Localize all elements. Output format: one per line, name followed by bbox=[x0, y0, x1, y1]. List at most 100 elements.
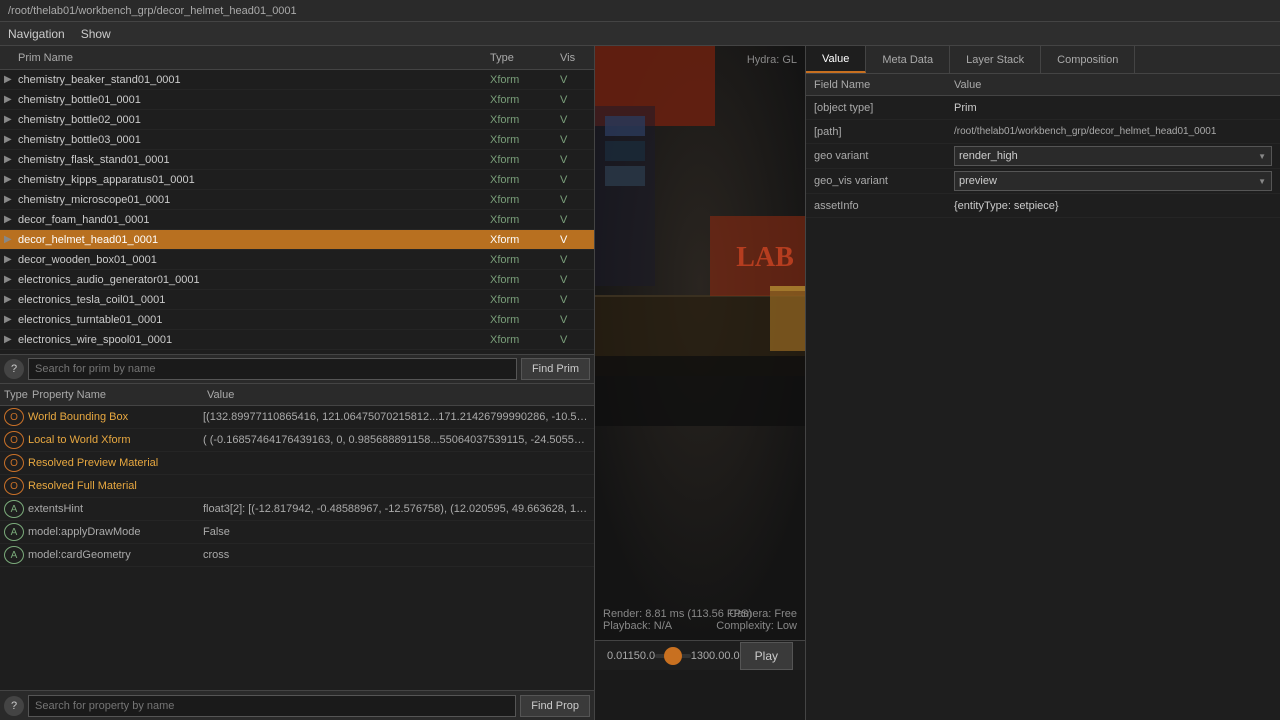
title-text: /root/thelab01/workbench_grp/decor_helme… bbox=[8, 5, 297, 17]
right-data-row: assetInfo {entityType: setpiece} bbox=[806, 194, 1280, 218]
property-row[interactable]: O Resolved Full Material bbox=[0, 475, 594, 498]
prop-help-button[interactable]: ? bbox=[4, 696, 24, 716]
scene-art: LAB bbox=[595, 46, 805, 640]
prim-type-text: Xform bbox=[490, 114, 560, 126]
prim-list: ▶ chemistry_beaker_stand01_0001 Xform V … bbox=[0, 70, 594, 354]
play-button[interactable]: Play bbox=[740, 642, 793, 670]
menu-show[interactable]: Show bbox=[81, 27, 111, 41]
right-field-header: Field Name Value bbox=[806, 74, 1280, 96]
prop-name-text: Resolved Full Material bbox=[28, 480, 203, 492]
prim-type-text: Xform bbox=[490, 334, 560, 346]
prim-vis-text: V bbox=[560, 234, 590, 246]
prim-arrow: ▶ bbox=[4, 274, 18, 285]
prim-type-text: Xform bbox=[490, 254, 560, 266]
viewport[interactable]: LAB bbox=[595, 46, 805, 720]
menu-navigation[interactable]: Navigation bbox=[8, 27, 65, 41]
prim-row[interactable]: ▶ chemistry_beaker_stand01_0001 Xform V bbox=[0, 70, 594, 90]
prim-arrow: ▶ bbox=[4, 254, 18, 265]
prim-row[interactable]: ▶ chemistry_kipps_apparatus01_0001 Xform… bbox=[0, 170, 594, 190]
prim-name-text: chemistry_beaker_stand01_0001 bbox=[18, 74, 490, 86]
prim-vis-text: V bbox=[560, 194, 590, 206]
prim-name-text: decor_wooden_box01_0001 bbox=[18, 254, 490, 266]
right-select[interactable]: previewfullnone bbox=[954, 171, 1272, 191]
right-field-label: geo variant bbox=[814, 150, 954, 162]
prim-search-input[interactable] bbox=[28, 358, 517, 380]
prop-icon: A bbox=[4, 523, 24, 541]
right-field-label: geo_vis variant bbox=[814, 175, 954, 187]
right-data-row[interactable]: geo variant render_highrender_lowpreview bbox=[806, 144, 1280, 169]
prim-row[interactable]: ▶ chemistry_bottle01_0001 Xform V bbox=[0, 90, 594, 110]
camera-info: Camera: Free Complexity: Low bbox=[716, 608, 797, 632]
property-row[interactable]: O Resolved Preview Material bbox=[0, 452, 594, 475]
property-row[interactable]: O World Bounding Box [(132.8997711086541… bbox=[0, 406, 594, 429]
prop-value-text: cross bbox=[203, 549, 590, 561]
tab-composition[interactable]: Composition bbox=[1041, 46, 1135, 73]
prim-row[interactable]: ▶ electronics_tesla_coil01_0001 Xform V bbox=[0, 290, 594, 310]
prim-type-text: Xform bbox=[490, 174, 560, 186]
vis-header: Vis bbox=[560, 52, 590, 64]
prim-row[interactable]: ▶ decor_helmet_head01_0001 Xform V bbox=[0, 230, 594, 250]
coord-1: 0.0 bbox=[607, 650, 622, 662]
tab-metadata[interactable]: Meta Data bbox=[866, 46, 950, 73]
prim-arrow: ▶ bbox=[4, 314, 18, 325]
property-row[interactable]: A model:cardGeometry cross bbox=[0, 544, 594, 567]
prim-type-text: Xform bbox=[490, 134, 560, 146]
prop-name-text: model:applyDrawMode bbox=[28, 526, 203, 538]
select-wrapper[interactable]: previewfullnone bbox=[954, 171, 1272, 191]
prop-search-input[interactable] bbox=[28, 695, 516, 717]
tab-layer-stack[interactable]: Layer Stack bbox=[950, 46, 1041, 73]
prim-row[interactable]: ▶ decor_foam_hand01_0001 Xform V bbox=[0, 210, 594, 230]
right-data-row[interactable]: geo_vis variant previewfullnone bbox=[806, 169, 1280, 194]
prim-row[interactable]: ▶ electronics_wire_spool01_0001 Xform V bbox=[0, 330, 594, 350]
prim-row[interactable]: ▶ chemistry_microscope01_0001 Xform V bbox=[0, 190, 594, 210]
svg-text:LAB: LAB bbox=[736, 242, 794, 273]
prim-row[interactable]: ▶ chemistry_flask_stand01_0001 Xform V bbox=[0, 150, 594, 170]
coord-2: 1150.0 bbox=[622, 650, 655, 662]
right-field-label: assetInfo bbox=[814, 200, 954, 212]
prim-row[interactable]: ▶ chemistry_bottle03_0001 Xform V bbox=[0, 130, 594, 150]
prim-name-text: electronics_tesla_coil01_0001 bbox=[18, 294, 490, 306]
prim-vis-text: V bbox=[560, 154, 590, 166]
property-row[interactable]: O Local to World Xform ( (-0.16857464176… bbox=[0, 429, 594, 452]
prim-vis-text: V bbox=[560, 214, 590, 226]
right-rows-container: [object type] Prim [path] /root/thelab01… bbox=[806, 96, 1280, 218]
prim-vis-text: V bbox=[560, 114, 590, 126]
property-row[interactable]: A extentsHint float3[2]: [(-12.817942, -… bbox=[0, 498, 594, 521]
prim-name-text: chemistry_bottle03_0001 bbox=[18, 134, 490, 146]
prim-type-text: Xform bbox=[490, 154, 560, 166]
prim-row[interactable]: ▶ chemistry_bottle02_0001 Xform V bbox=[0, 110, 594, 130]
find-prim-button[interactable]: Find Prim bbox=[521, 358, 590, 380]
prim-arrow: ▶ bbox=[4, 134, 18, 145]
hydra-label: Hydra: GL bbox=[747, 54, 797, 66]
prop-value-text: ( (-0.16857464176439163, 0, 0.9856888911… bbox=[203, 434, 590, 446]
prim-row[interactable]: ▶ electronics_audio_generator01_0001 Xfo… bbox=[0, 270, 594, 290]
field-name-header: Field Name bbox=[814, 79, 954, 91]
prim-arrow: ▶ bbox=[4, 74, 18, 85]
right-select[interactable]: render_highrender_lowpreview bbox=[954, 146, 1272, 166]
prim-help-button[interactable]: ? bbox=[4, 359, 24, 379]
complexity-level: Complexity: Low bbox=[716, 620, 797, 632]
prim-row[interactable]: ▶ decor_wooden_box01_0001 Xform V bbox=[0, 250, 594, 270]
select-wrapper[interactable]: render_highrender_lowpreview bbox=[954, 146, 1272, 166]
prim-vis-text: V bbox=[560, 334, 590, 346]
timeline-slider[interactable] bbox=[655, 646, 691, 666]
property-row[interactable]: A model:applyDrawMode False bbox=[0, 521, 594, 544]
prim-row[interactable]: ▶ electronics_turntable01_0001 Xform V bbox=[0, 310, 594, 330]
camera-type: Camera: Free bbox=[716, 608, 797, 620]
right-content: Field Name Value [object type] Prim [pat… bbox=[806, 74, 1280, 720]
prim-arrow: ▶ bbox=[4, 234, 18, 245]
right-value-text: {entityType: setpiece} bbox=[954, 200, 1272, 212]
prim-name-text: decor_foam_hand01_0001 bbox=[18, 214, 490, 226]
right-tabs: Value Meta Data Layer Stack Composition bbox=[806, 46, 1280, 74]
viewport-bottom-strip: 0.0 1150.0 1300.0 0.0 Play bbox=[595, 640, 805, 670]
prim-vis-text: V bbox=[560, 294, 590, 306]
tab-value[interactable]: Value bbox=[806, 46, 866, 73]
prop-icon: A bbox=[4, 500, 24, 518]
type-header: Type bbox=[490, 52, 560, 64]
prim-name-text: chemistry_bottle02_0001 bbox=[18, 114, 490, 126]
right-value-header: Value bbox=[954, 79, 1272, 91]
timeline-thumb[interactable] bbox=[664, 647, 682, 665]
viewport-canvas[interactable]: LAB bbox=[595, 46, 805, 640]
prim-name-text: decor_helmet_head01_0001 bbox=[18, 234, 490, 246]
find-prop-button[interactable]: Find Prop bbox=[520, 695, 590, 717]
